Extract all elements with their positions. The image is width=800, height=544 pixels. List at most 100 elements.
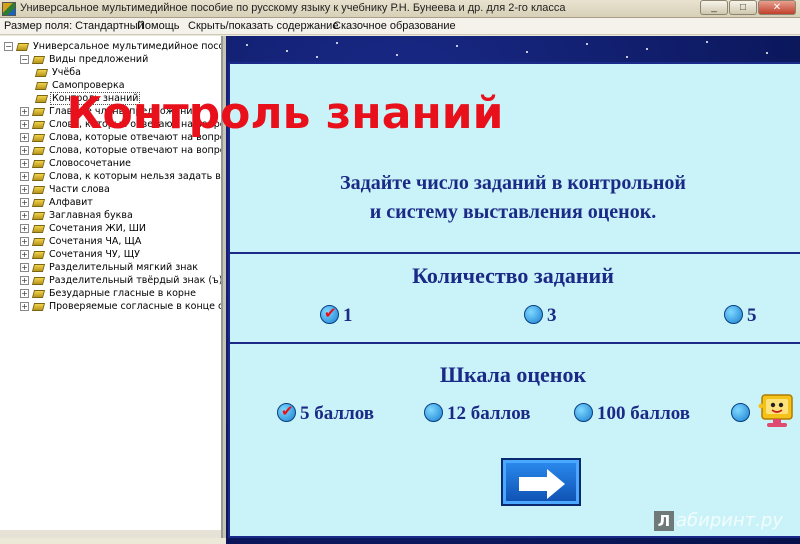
book-icon (31, 289, 46, 298)
book-icon (31, 185, 46, 194)
tree-item-label: Учёба (52, 67, 81, 78)
book-icon (31, 224, 46, 233)
book-icon (31, 146, 46, 155)
tree-item[interactable]: + Слова, к которым нельзя задать вопрос (20, 170, 221, 183)
tree-item-label: Разделительный мягкий знак (49, 262, 199, 273)
tree-item-label: Словосочетание (49, 158, 132, 169)
expand-icon[interactable]: + (20, 302, 29, 311)
expand-icon[interactable]: + (20, 159, 29, 168)
radio-icon[interactable] (724, 305, 743, 324)
radio-icon[interactable] (574, 403, 593, 422)
tree-item[interactable]: + Проверяемые согласные в конце слова (20, 300, 221, 313)
book-icon (31, 172, 46, 181)
tree-item-label: Сочетания ЧУ, ЩУ (49, 249, 140, 260)
book-icon (34, 68, 49, 77)
tree-item[interactable]: + Разделительный твёрдый знак (ъ) (20, 274, 223, 287)
computer-mascot-icon (758, 394, 793, 427)
radio-checked-icon[interactable] (320, 304, 339, 324)
close-button[interactable]: ✕ (758, 0, 796, 15)
expand-icon[interactable]: + (20, 224, 29, 233)
book-icon (15, 42, 30, 51)
divider (228, 342, 800, 344)
task-option-1[interactable]: 1 (320, 304, 353, 327)
tree-item[interactable]: + Разделительный мягкий знак (20, 261, 199, 274)
watermark-logo: Л (654, 511, 674, 531)
scale-option-12[interactable]: 12 баллов (424, 403, 531, 425)
expand-icon[interactable]: + (20, 211, 29, 220)
star-decoration (706, 41, 708, 43)
book-icon (31, 250, 46, 259)
star-decoration (396, 54, 398, 56)
watermark-text: абиринт.ру (676, 510, 784, 531)
divider (228, 252, 800, 254)
tree-item[interactable]: + Сочетания ЧУ, ЩУ (20, 248, 141, 261)
tree-item[interactable]: + Заглавная буква (20, 209, 134, 222)
menu-field-size[interactable]: Размер поля: Стандартный (4, 20, 144, 32)
tree-item[interactable]: + Словосочетание (20, 157, 132, 170)
star-decoration (766, 52, 768, 54)
expand-icon[interactable]: + (20, 250, 29, 259)
tree-item-label: Сочетания ЖИ, ШИ (49, 223, 147, 234)
radio-icon[interactable] (731, 403, 750, 422)
window-title: Универсальное мультимедийное пособие по … (20, 2, 566, 14)
expand-icon[interactable]: + (20, 185, 29, 194)
scale-option-100[interactable]: 100 баллов (574, 403, 690, 425)
collapse-icon[interactable]: − (20, 55, 29, 64)
radio-checked-icon[interactable] (277, 402, 296, 422)
task-option-3[interactable]: 3 (524, 305, 557, 327)
next-button[interactable] (501, 458, 581, 506)
arrow-right-icon-head (547, 469, 565, 499)
star-decoration (286, 50, 288, 52)
prompt-line-1: Задайте число заданий в контрольной (340, 172, 686, 194)
task-option-5[interactable]: 5 (724, 305, 757, 327)
expand-icon[interactable]: + (20, 198, 29, 207)
arrow-right-icon (519, 477, 549, 491)
tree-root[interactable]: − Универсальное мультимедийное пособие по (4, 40, 221, 53)
menu-toggle-contents[interactable]: Скрыть/показать содержание (188, 20, 338, 32)
expand-icon[interactable]: + (20, 263, 29, 272)
star-decoration (246, 44, 248, 46)
radio-icon[interactable] (424, 403, 443, 422)
tree-horizontal-scrollbar[interactable] (0, 530, 221, 538)
minimize-button[interactable]: _ (700, 0, 728, 15)
book-icon (31, 55, 46, 64)
star-decoration (586, 43, 588, 45)
prompt-line-2: и систему выставления оценок. (369, 201, 657, 223)
tree-item[interactable]: + Слова, которые отвечают на вопросы ЧТ (20, 144, 221, 157)
expand-icon[interactable]: + (20, 172, 29, 181)
tree-item[interactable]: Учёба (34, 66, 82, 79)
scale-option-5[interactable]: 5 баллов (277, 402, 374, 425)
menu-help[interactable]: Помощь (137, 20, 180, 32)
book-icon (31, 276, 46, 285)
book-icon (31, 159, 46, 168)
tree-item-label: Слова, которые отвечают на вопросы ЧТ (49, 145, 221, 156)
book-icon (31, 211, 46, 220)
menu-fairy-education[interactable]: Сказочное образование (333, 20, 456, 32)
tree-item[interactable]: + Сочетания ЖИ, ШИ (20, 222, 147, 235)
tree-item[interactable]: + Части слова (20, 183, 111, 196)
title-bar: Универсальное мультимедийное пособие по … (0, 0, 800, 18)
star-decoration (316, 56, 318, 58)
tree-item[interactable]: + Безударные гласные в корне (20, 287, 197, 300)
collapse-icon[interactable]: − (4, 42, 13, 51)
tasks-heading: Количество заданий (412, 263, 614, 288)
maximize-button[interactable]: □ (729, 0, 757, 15)
tree-item-label: Заглавная буква (49, 210, 133, 221)
scale-option-4[interactable] (731, 403, 754, 425)
tree-item-label: Сочетания ЧА, ЩА (49, 236, 142, 247)
expand-icon[interactable]: + (20, 276, 29, 285)
lesson-title: Контроль знаний (66, 88, 504, 139)
book-icon (31, 237, 46, 246)
radio-icon[interactable] (524, 305, 543, 324)
star-decoration (456, 45, 458, 47)
expand-icon[interactable]: + (20, 146, 29, 155)
expand-icon[interactable]: + (20, 237, 29, 246)
tree-root-label: Универсальное мультимедийное пособие по (33, 41, 221, 52)
tree-item[interactable]: − Виды предложений (20, 53, 149, 66)
tree-item-label: Разделительный твёрдый знак (ъ) (49, 275, 223, 286)
tree-item[interactable]: + Сочетания ЧА, ЩА (20, 235, 142, 248)
expand-icon[interactable]: + (20, 289, 29, 298)
tree-item[interactable]: + Алфавит (20, 196, 94, 209)
star-decoration (646, 48, 648, 50)
star-decoration (526, 51, 528, 53)
